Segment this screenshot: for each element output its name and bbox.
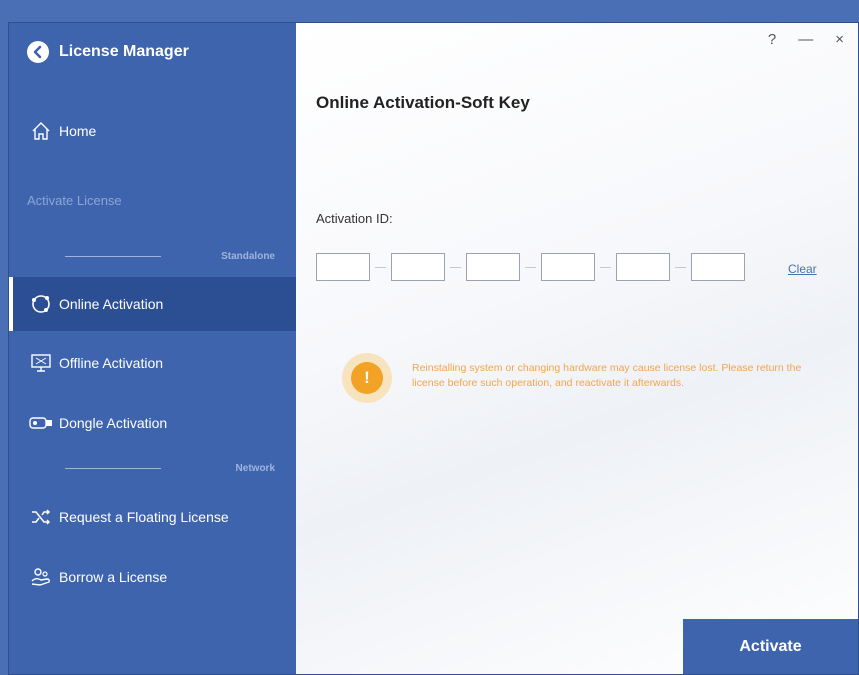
hand-person-icon: [29, 565, 53, 589]
warning-notice: ! Reinstalling system or changing hardwa…: [342, 353, 812, 403]
sidebar: License Manager Home Activate License St…: [9, 23, 296, 674]
monitor-icon: [29, 351, 53, 375]
app-title: License Manager: [59, 43, 189, 60]
activation-id-field-2[interactable]: [391, 253, 445, 281]
sidebar-item-label: Borrow a License: [59, 569, 168, 585]
activation-id-field-3[interactable]: [466, 253, 520, 281]
activate-button[interactable]: Activate: [683, 619, 858, 674]
app-brand[interactable]: License Manager: [27, 37, 189, 67]
home-icon: [29, 119, 53, 143]
sidebar-item-online-activation[interactable]: Online Activation: [9, 277, 296, 331]
main-panel: ? — × Online Activation-Soft Key Activat…: [296, 23, 858, 674]
activation-id-label: Activation ID:: [316, 211, 393, 226]
activation-id-field-5[interactable]: [616, 253, 670, 281]
back-icon[interactable]: [27, 41, 49, 63]
clear-link[interactable]: Clear: [788, 262, 817, 276]
sidebar-item-offline-activation[interactable]: Offline Activation: [9, 341, 296, 385]
sidebar-item-label: Offline Activation: [59, 355, 164, 371]
shuffle-icon: [29, 505, 53, 529]
activation-id-field-4[interactable]: [541, 253, 595, 281]
activation-id-field-6[interactable]: [691, 253, 745, 281]
globe-icon: [29, 292, 53, 316]
page-title: Online Activation-Soft Key: [316, 93, 530, 112]
sidebar-item-borrow-license[interactable]: Borrow a License: [9, 555, 296, 599]
warning-icon: !: [342, 353, 392, 403]
dongle-icon: [29, 411, 53, 435]
warning-text: Reinstalling system or changing hardware…: [412, 362, 802, 389]
license-manager-window: License Manager Home Activate License St…: [8, 22, 859, 675]
divider-label: Standalone: [221, 250, 275, 262]
divider-network: Network: [65, 461, 275, 475]
sidebar-item-label: Request a Floating License: [59, 509, 229, 525]
sidebar-item-label: Home: [59, 123, 97, 139]
divider-standalone: Standalone: [65, 249, 275, 263]
divider-label: Network: [235, 462, 275, 474]
activation-id-fields: [316, 253, 745, 281]
sidebar-item-label: Dongle Activation: [59, 415, 168, 431]
minimize-icon[interactable]: —: [798, 31, 813, 48]
sidebar-item-label: Online Activation: [59, 296, 164, 312]
sidebar-item-dongle-activation[interactable]: Dongle Activation: [9, 401, 296, 445]
sidebar-item-home[interactable]: Home: [9, 109, 296, 153]
close-icon[interactable]: ×: [835, 31, 844, 48]
help-icon[interactable]: ?: [768, 31, 776, 48]
section-label-activate: Activate License: [27, 193, 122, 208]
window-controls: ? — ×: [768, 31, 844, 48]
sidebar-item-request-floating-license[interactable]: Request a Floating License: [9, 495, 296, 539]
activation-id-field-1[interactable]: [316, 253, 370, 281]
